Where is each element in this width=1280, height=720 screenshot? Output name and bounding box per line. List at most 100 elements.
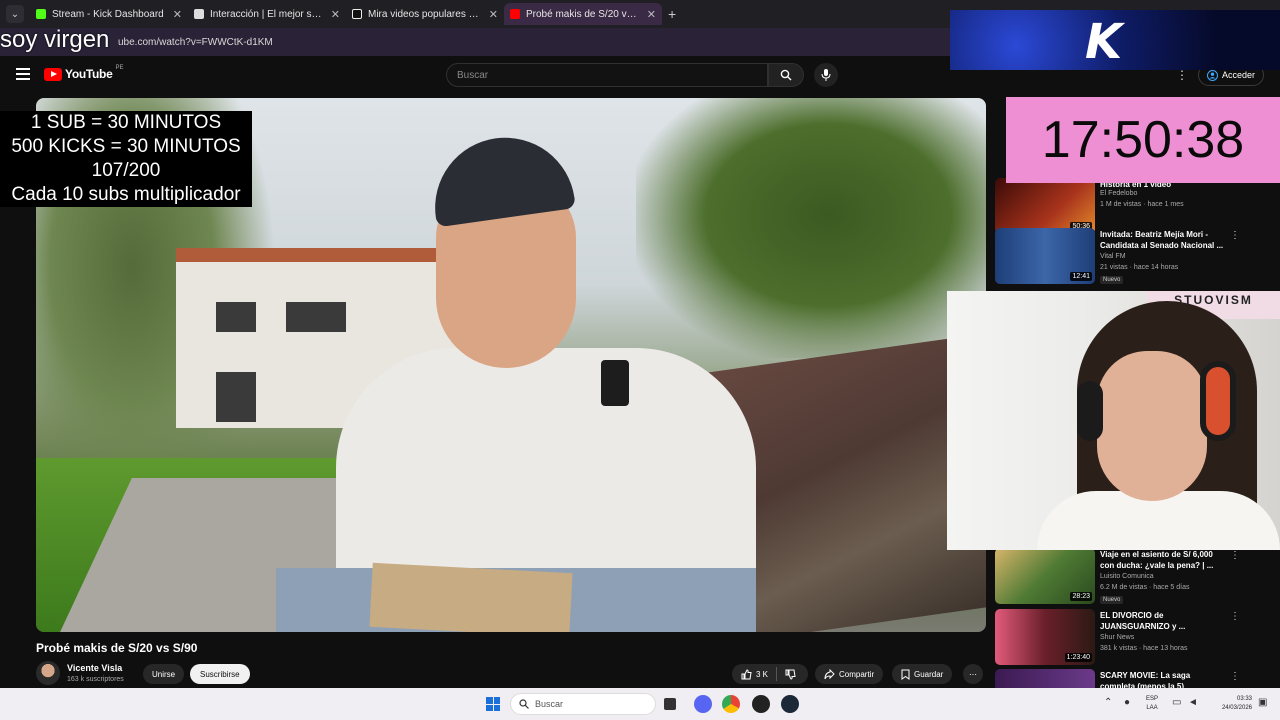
recommendation-thumbnail[interactable]: 50:36 xyxy=(995,178,1095,234)
tray-chevron-icon[interactable]: ⌃ xyxy=(1104,697,1112,708)
network-icon[interactable]: ▭ xyxy=(1172,697,1181,708)
recommendation-thumbnail[interactable]: 1:23:40 xyxy=(995,609,1095,665)
recommendation-item[interactable]: 50:36 Historia en 1 video El Fedelobo 1 … xyxy=(995,178,1245,234)
tab-youtube-video[interactable]: Probé makis de S/20 vs S/90 - YouTube ✕ xyxy=(504,3,662,25)
recommendation-thumbnail[interactable]: 12:41 xyxy=(995,228,1095,284)
tray-mic-icon[interactable]: ● xyxy=(1124,697,1130,708)
kick-favicon-icon xyxy=(36,9,46,19)
settings-more-icon[interactable]: ⋮ xyxy=(1176,68,1188,82)
tab-label: Probé makis de S/20 vs S/90 - YouTube xyxy=(526,8,641,20)
recommendation-title[interactable]: Viaje en el asiento de S/ 6,000 con duch… xyxy=(1100,549,1225,571)
chrome-icon[interactable] xyxy=(722,695,740,713)
close-tab-icon[interactable]: ✕ xyxy=(489,8,498,21)
youtube-logo[interactable]: YouTube PE xyxy=(44,65,124,81)
task-view-icon[interactable] xyxy=(664,698,676,710)
rule-line: Cada 10 subs multiplicador xyxy=(11,184,241,205)
like-count[interactable]: 3 K xyxy=(756,670,768,679)
channel-avatar[interactable] xyxy=(36,661,60,685)
save-button[interactable]: Guardar xyxy=(892,664,953,684)
search-input[interactable]: Buscar xyxy=(446,63,768,87)
subathon-rules-panel: 1 SUB = 30 MINUTOS 500 KICKS = 30 MINUTO… xyxy=(0,111,252,207)
clock[interactable]: 03:33 24/03/2026 xyxy=(1210,695,1252,713)
recommendation-title[interactable]: SCARY MOVIE: La saga completa (menos la … xyxy=(1100,670,1225,688)
close-tab-icon[interactable]: ✕ xyxy=(331,8,340,21)
menu-icon[interactable] xyxy=(16,68,30,80)
recommendation-title[interactable]: Invitada: Beatriz Mejía Mori - Candidata… xyxy=(1100,229,1225,251)
volume-icon[interactable]: ◄ xyxy=(1188,697,1198,708)
tab-tiktok[interactable]: Mira videos populares seleccionados ✕ xyxy=(346,3,504,25)
signin-label: Acceder xyxy=(1222,70,1256,80)
recommendation-title[interactable]: EL DIVORCIO de JUANSGUARNIZO y ... xyxy=(1100,610,1225,632)
recommendation-channel[interactable]: El Fedelobo xyxy=(1100,190,1137,197)
recommendation-channel[interactable]: Vital FM xyxy=(1100,253,1126,260)
recommendation-item[interactable]: 12:41 Invitada: Beatriz Mejía Mori - Can… xyxy=(995,228,1245,284)
search-button[interactable] xyxy=(768,63,804,87)
video-duration: 12:41 xyxy=(1070,272,1092,281)
kick-logo-icon: K xyxy=(1085,14,1123,70)
rule-line: 500 KICKS = 30 MINUTOS xyxy=(11,136,241,157)
recommendation-item[interactable]: SCARY MOVIE: La saga completa (menos la … xyxy=(995,669,1245,688)
close-tab-icon[interactable]: ✕ xyxy=(647,8,656,21)
site-favicon-icon xyxy=(194,9,204,19)
video-scene-paper-bag xyxy=(369,562,573,632)
close-tab-icon[interactable]: ✕ xyxy=(173,8,182,21)
recommendation-meta: 6.2 M de vistas · hace 5 días xyxy=(1100,584,1190,591)
keyboard-layout: LAA xyxy=(1146,705,1158,711)
more-options-icon[interactable]: ⋮ xyxy=(1230,671,1240,682)
obs-icon[interactable] xyxy=(752,695,770,713)
taskbar-search-input[interactable]: Buscar xyxy=(510,693,656,715)
microphone-icon xyxy=(821,69,831,81)
recommendation-meta: 21 vistas · hace 14 horas xyxy=(1100,264,1179,271)
like-icon[interactable] xyxy=(741,668,752,680)
goal-progress: 107/200 xyxy=(91,160,161,181)
notifications-icon[interactable]: ▣ xyxy=(1258,697,1267,708)
recommendation-item[interactable]: 28:23 Viaje en el asiento de S/ 6,000 co… xyxy=(995,548,1245,604)
headset-left-icon xyxy=(1077,381,1103,441)
more-options-icon[interactable]: ⋮ xyxy=(1230,611,1240,622)
windows-start-icon[interactable] xyxy=(486,697,500,711)
kick-logo-banner: K xyxy=(950,10,1280,70)
country-code: PE xyxy=(115,65,124,71)
recommendation-item[interactable]: 1:23:40 EL DIVORCIO de JUANSGUARNIZO y .… xyxy=(995,609,1245,665)
join-button[interactable]: Unirse xyxy=(143,664,185,684)
recommendation-channel[interactable]: Luisito Comunica xyxy=(1100,573,1154,580)
recommendation-meta: 381 k vistas · hace 13 horas xyxy=(1100,645,1188,652)
steam-icon[interactable] xyxy=(781,695,799,713)
more-actions-button[interactable]: ⋯ xyxy=(963,664,983,684)
search-icon xyxy=(519,699,529,709)
recommendation-thumbnail[interactable]: 28:23 xyxy=(995,548,1095,604)
video-scene-tree xyxy=(636,98,986,358)
discord-icon[interactable] xyxy=(694,695,712,713)
save-label: Guardar xyxy=(914,669,944,679)
tab-interaccion[interactable]: Interacción | El mejor software para ✕ xyxy=(188,3,346,25)
voice-search-button[interactable] xyxy=(814,63,838,87)
tab-search-button[interactable]: ⌄ xyxy=(6,5,24,23)
more-options-icon[interactable]: ⋮ xyxy=(1230,550,1240,561)
youtube-play-icon xyxy=(44,67,62,81)
rule-line: 1 SUB = 30 MINUTOS xyxy=(30,112,222,133)
video-duration: 1:23:40 xyxy=(1064,653,1092,662)
subscribe-button[interactable]: Suscribirse xyxy=(190,664,250,684)
channel-name[interactable]: Vicente Visla xyxy=(67,663,122,673)
share-icon xyxy=(824,668,835,679)
tiktok-favicon-icon xyxy=(352,9,362,19)
account-icon xyxy=(1207,69,1218,81)
tab-kick-dashboard[interactable]: Stream - Kick Dashboard ✕ xyxy=(30,3,188,25)
language-code: ESP xyxy=(1146,696,1159,702)
subscriber-count: 163 k suscriptores xyxy=(67,676,124,683)
new-badge: Nuevo xyxy=(1100,596,1124,604)
share-button[interactable]: Compartir xyxy=(815,664,884,684)
video-scene-watch xyxy=(601,360,629,406)
share-label: Compartir xyxy=(839,669,875,679)
tab-label: Mira videos populares seleccionados xyxy=(368,8,483,20)
url-text[interactable]: ube.com/watch?v=FWWCtK-d1KM xyxy=(118,37,273,48)
webcam-overlay: STUOVISM xyxy=(947,291,1280,550)
language-indicator[interactable]: ESP LAA xyxy=(1146,695,1158,713)
more-options-icon[interactable]: ⋮ xyxy=(1230,230,1240,241)
new-tab-icon[interactable]: + xyxy=(668,6,676,22)
tab-label: Stream - Kick Dashboard xyxy=(52,8,164,20)
dislike-icon[interactable] xyxy=(785,669,796,680)
recommendation-thumbnail[interactable] xyxy=(995,669,1095,688)
overlay-caption: soy virgen xyxy=(0,26,110,53)
recommendation-channel[interactable]: Shur News xyxy=(1100,634,1134,641)
